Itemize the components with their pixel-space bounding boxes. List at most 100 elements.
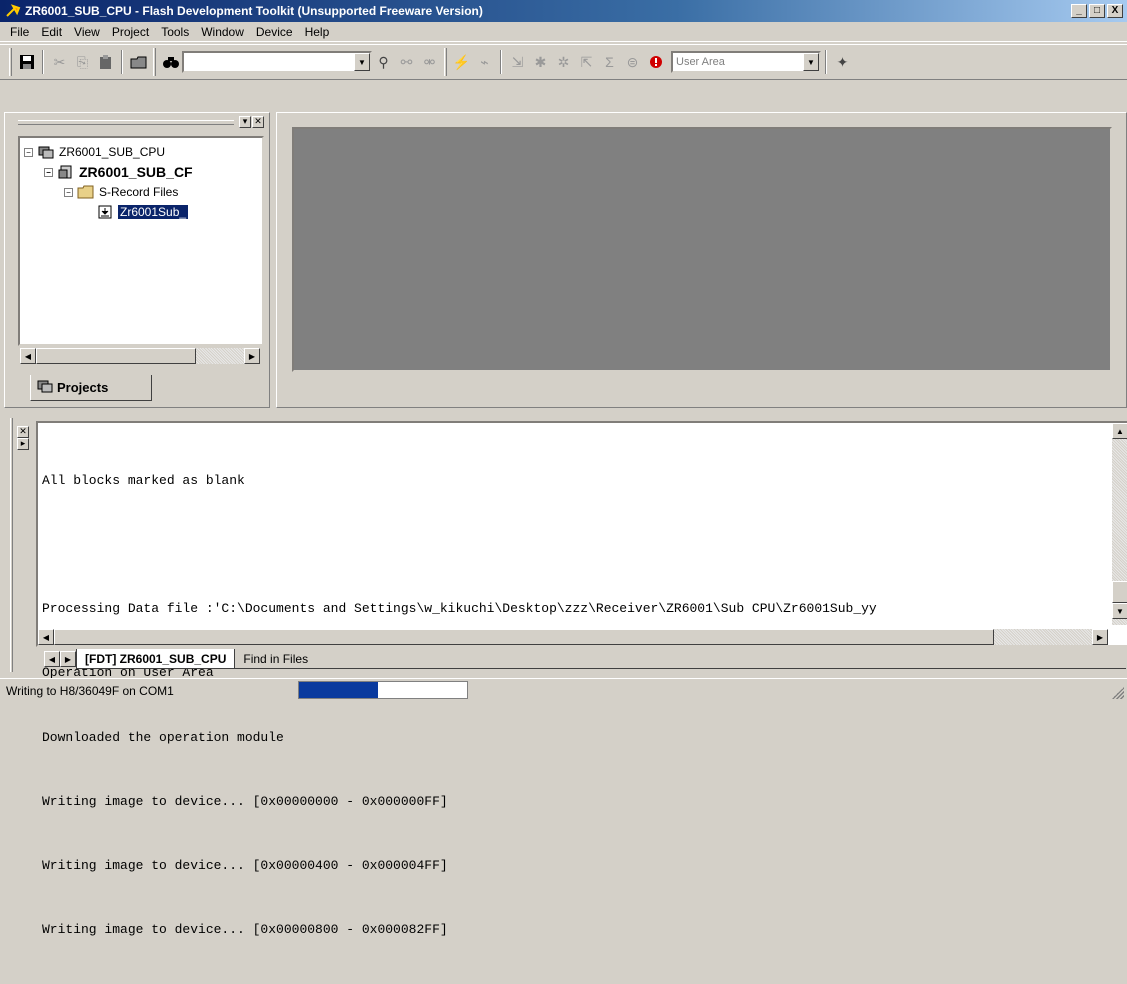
tab-find-in-files[interactable]: Find in Files: [235, 649, 316, 669]
menu-help[interactable]: Help: [299, 25, 336, 39]
search-input[interactable]: [184, 53, 354, 71]
workspace-header: ▾ ✕: [18, 114, 264, 130]
output-tabs: ◀ ▶ [FDT] ZR6001_SUB_CPU Find in Files: [36, 648, 1126, 670]
menu-edit[interactable]: Edit: [35, 25, 68, 39]
projects-icon: [37, 379, 53, 396]
menu-tools[interactable]: Tools: [155, 25, 195, 39]
collapse-icon[interactable]: −: [24, 148, 33, 157]
menu-bar: File Edit View Project Tools Window Devi…: [0, 22, 1127, 42]
menu-window[interactable]: Window: [195, 25, 250, 39]
tab-projects[interactable]: Projects: [30, 375, 152, 401]
title-bar: ZR6001_SUB_CPU - Flash Development Toolk…: [0, 0, 1127, 22]
checksum-icon[interactable]: Σ: [598, 50, 621, 74]
search-combo[interactable]: ▼: [182, 51, 372, 73]
minimize-button[interactable]: _: [1071, 4, 1087, 18]
toolbar-separator: [825, 50, 827, 74]
project-icon: [57, 164, 75, 180]
tree-item-workspace[interactable]: − ZR6001_SUB_CPU: [24, 142, 165, 162]
project-tree: − ZR6001_SUB_CPU − ZR6001_SUB_CF − S-Rec…: [18, 136, 264, 346]
disconnect-icon[interactable]: ⌁: [473, 50, 496, 74]
toolbar-grip[interactable]: [153, 48, 156, 76]
paste-icon[interactable]: [94, 50, 117, 74]
wizard-icon[interactable]: ✦: [831, 50, 854, 74]
pane-menu-icon[interactable]: ▾: [239, 116, 251, 128]
tree-hscroll[interactable]: ◀ ▶: [20, 348, 260, 364]
folder-icon: [77, 184, 95, 200]
copy-icon[interactable]: ⎘: [71, 50, 94, 74]
output-hscroll[interactable]: ◀ ▶: [38, 629, 1108, 645]
scroll-thumb[interactable]: [36, 348, 196, 364]
tab-scroll-right-icon[interactable]: ▶: [60, 651, 76, 667]
scroll-left-icon[interactable]: ◀: [20, 348, 36, 364]
download-icon[interactable]: ⇲: [506, 50, 529, 74]
tab-label: Projects: [57, 380, 108, 395]
scroll-right-icon[interactable]: ▶: [244, 348, 260, 364]
save-icon[interactable]: [15, 50, 38, 74]
scroll-left-icon[interactable]: ◀: [38, 629, 54, 645]
resize-grip[interactable]: [1112, 687, 1124, 699]
menu-file[interactable]: File: [4, 25, 35, 39]
upload-icon[interactable]: ⇱: [575, 50, 598, 74]
find-in-files-icon[interactable]: ⚲: [372, 50, 395, 74]
erase-icon[interactable]: ✱: [529, 50, 552, 74]
toolbar-grip[interactable]: [9, 48, 12, 76]
output-grip[interactable]: [10, 418, 13, 672]
tree-item-label: ZR6001_SUB_CPU: [59, 145, 165, 159]
chevron-down-icon[interactable]: ▼: [803, 53, 819, 71]
scroll-thumb[interactable]: [54, 629, 994, 645]
menu-project[interactable]: Project: [106, 25, 155, 39]
scroll-right-icon[interactable]: ▶: [1092, 629, 1108, 645]
menu-view[interactable]: View: [68, 25, 106, 39]
tree-item-project[interactable]: − ZR6001_SUB_CF: [44, 162, 193, 182]
editor-area[interactable]: [292, 127, 1112, 372]
toolbar-separator: [121, 50, 123, 74]
blank-check-icon[interactable]: ✲: [552, 50, 575, 74]
output-line: Writing image to device... [0x00000000 -…: [42, 791, 1108, 812]
area-select-value: User Area: [673, 53, 803, 71]
chevron-down-icon[interactable]: ▼: [354, 53, 370, 71]
cut-icon[interactable]: ✂: [48, 50, 71, 74]
output-line: Processing Data file :'C:\Documents and …: [42, 598, 1108, 619]
area-select[interactable]: User Area ▼: [671, 51, 821, 73]
toolbar-grip[interactable]: [444, 48, 447, 76]
find-icon[interactable]: [159, 50, 182, 74]
scroll-down-icon[interactable]: ▼: [1112, 603, 1127, 619]
find-next-icon[interactable]: ⚯: [395, 50, 418, 74]
tree-item-label: S-Record Files: [99, 185, 178, 199]
close-icon[interactable]: ✕: [17, 426, 29, 438]
open-project-icon[interactable]: [127, 50, 150, 74]
tree-item-folder[interactable]: − S-Record Files: [64, 182, 178, 202]
output-line: Downloaded the operation module: [42, 727, 1108, 748]
tab-fdt-output[interactable]: [FDT] ZR6001_SUB_CPU: [76, 649, 235, 669]
output-controls: ✕ ▸: [16, 426, 29, 450]
tree-item-label: Zr6001Sub_: [118, 205, 188, 219]
output-vscroll[interactable]: ▲ ▼: [1112, 423, 1127, 625]
close-icon[interactable]: ✕: [252, 116, 264, 128]
tree-item-file[interactable]: Zr6001Sub_: [96, 202, 188, 222]
toolbar: ✂ ⎘ ▼ ⚲ ⚯ ⚮ ⚡ ⌁ ⇲ ✱ ✲ ⇱ Σ ⊜ User Area ▼ …: [0, 44, 1127, 80]
toolbar-separator: [500, 50, 502, 74]
workspace-icon: [37, 144, 55, 160]
stop-icon[interactable]: [644, 50, 667, 74]
maximize-button[interactable]: □: [1089, 4, 1105, 18]
menu-device[interactable]: Device: [250, 25, 299, 39]
collapse-icon[interactable]: −: [44, 168, 53, 177]
scroll-up-icon[interactable]: ▲: [1112, 423, 1127, 439]
replace-icon[interactable]: ⚮: [418, 50, 441, 74]
compare-icon[interactable]: ⊜: [621, 50, 644, 74]
close-button[interactable]: X: [1107, 4, 1123, 18]
output-line: Writing image to device... [0x00000800 -…: [42, 919, 1108, 940]
tab-scroll-left-icon[interactable]: ◀: [44, 651, 60, 667]
status-text: Writing to H8/36049F on COM1: [6, 684, 174, 698]
output-line: [42, 534, 1108, 555]
scroll-thumb[interactable]: [1112, 581, 1127, 603]
output-text: All blocks marked as blank Processing Da…: [42, 427, 1108, 984]
pane-menu-icon[interactable]: ▸: [17, 438, 29, 450]
collapse-icon[interactable]: −: [64, 188, 73, 197]
progress-fill: [299, 682, 378, 698]
connect-icon[interactable]: ⚡: [450, 50, 473, 74]
output-line: All blocks marked as blank: [42, 470, 1108, 491]
pane-grip[interactable]: [18, 120, 234, 125]
output-window: All blocks marked as blank Processing Da…: [36, 421, 1127, 647]
output-line: Writing image to device... [0x00000400 -…: [42, 855, 1108, 876]
